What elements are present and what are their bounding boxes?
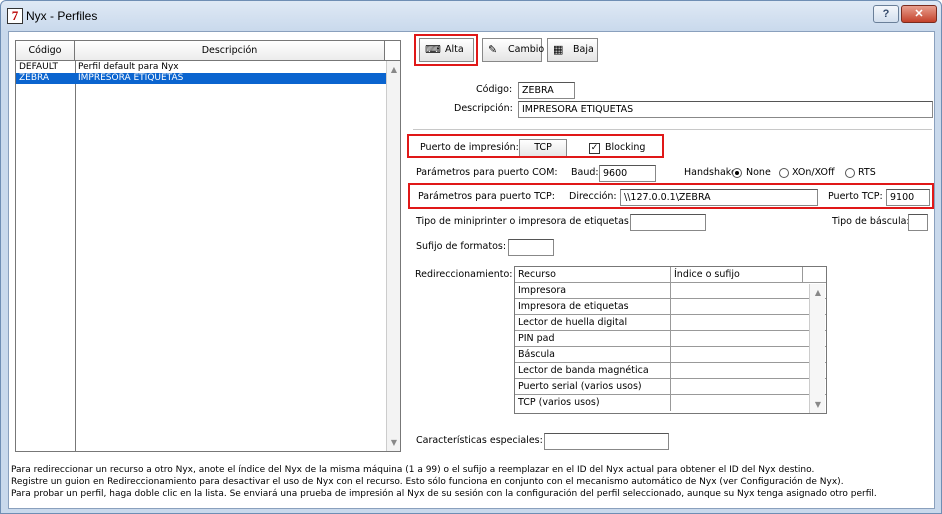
scale-type-label: Tipo de báscula: — [832, 216, 910, 227]
table-cell-index[interactable] — [671, 315, 809, 330]
format-suffix-field[interactable] — [508, 239, 554, 256]
title-bar[interactable]: 7 Nyx - Perfiles ? ✕ — [1, 1, 941, 31]
table-row[interactable]: Impresora — [515, 283, 826, 299]
table-cell-resource: Lector de banda magnética — [515, 363, 671, 378]
table-row[interactable]: Puerto serial (varios usos) — [515, 379, 826, 395]
delete-record-icon: ▦ — [553, 43, 564, 56]
table-cell-index[interactable] — [671, 363, 809, 378]
window-title: Nyx - Perfiles — [26, 9, 98, 23]
separator — [413, 129, 932, 130]
code-field[interactable]: ZEBRA — [518, 82, 575, 99]
scroll-up-icon[interactable]: ▲ — [812, 287, 824, 299]
description-field[interactable]: IMPRESORA ETIQUETAS — [518, 101, 933, 118]
baud-field[interactable]: 9600 — [599, 165, 656, 182]
table-row[interactable]: PIN pad — [515, 331, 826, 347]
special-features-label: Características especiales: — [416, 435, 543, 446]
help-text-line: Para redireccionar un recurso a otro Nyx… — [11, 465, 815, 475]
scroll-down-icon[interactable]: ▼ — [812, 399, 824, 411]
help-text-line: Para probar un perfil, haga doble clic e… — [11, 489, 877, 499]
description-label: Descripción: — [454, 103, 513, 114]
table-cell-resource: Lector de huella digital — [515, 315, 671, 330]
list-item-default[interactable]: DEFAULT Perfil default para Nyx — [16, 62, 386, 73]
table-cell-index[interactable] — [671, 347, 809, 362]
miniprinter-field[interactable] — [630, 214, 706, 231]
special-features-field[interactable] — [544, 433, 669, 450]
table-cell-index[interactable] — [671, 395, 809, 411]
redirection-label: Redireccionamiento: — [415, 269, 513, 280]
highlight-box-port — [407, 134, 664, 158]
edit-button-label: Cambio — [508, 44, 545, 55]
close-button[interactable]: ✕ — [901, 5, 937, 23]
table-cell-resource: Puerto serial (varios usos) — [515, 379, 671, 394]
column-header-code[interactable]: Código — [16, 41, 75, 60]
list-item-description: IMPRESORA ETIQUETAS — [78, 73, 184, 83]
table-cell-resource: Báscula — [515, 347, 671, 362]
code-label: Código: — [476, 84, 513, 95]
column-divider — [75, 61, 76, 451]
table-header: Recurso Índice o sufijo — [515, 267, 826, 283]
list-item-description: Perfil default para Nyx — [78, 62, 179, 72]
miniprinter-label: Tipo de miniprinter o impresora de etiqu… — [416, 216, 633, 227]
list-header: Código Descripción — [16, 41, 400, 61]
profile-list[interactable]: Código Descripción DEFAULT Perfil defaul… — [15, 40, 401, 452]
help-text-line: Registre un guion en Redireccionamiento … — [11, 477, 844, 487]
table-row[interactable]: Báscula — [515, 347, 826, 363]
handshake-rts-radio[interactable] — [845, 168, 855, 178]
delete-button-label: Baja — [573, 44, 594, 55]
highlight-box-add — [414, 34, 478, 66]
table-cell-index[interactable] — [671, 283, 809, 298]
list-item-code: DEFAULT — [19, 62, 58, 72]
table-cell-resource: Impresora — [515, 283, 671, 298]
table-cell-resource: Impresora de etiquetas — [515, 299, 671, 314]
client-area: Código Descripción DEFAULT Perfil defaul… — [8, 31, 935, 509]
app-icon: 7 — [7, 8, 23, 24]
scroll-up-icon[interactable]: ▲ — [388, 64, 400, 76]
table-row[interactable]: TCP (varios usos) — [515, 395, 826, 411]
edit-button[interactable]: ✎ Cambio — [482, 38, 545, 62]
pencil-icon: ✎ — [488, 43, 498, 56]
baud-label: Baud: — [571, 167, 599, 178]
table-row[interactable]: Impresora de etiquetas — [515, 299, 826, 315]
handshake-xonxoff-label: XOn/XOff — [792, 167, 835, 178]
handshake-xonxoff-radio[interactable] — [779, 168, 789, 178]
table-cell-index[interactable] — [671, 331, 809, 346]
column-header-resource: Recurso — [515, 267, 671, 282]
list-item-zebra[interactable]: ZEBRA IMPRESORA ETIQUETAS — [16, 73, 386, 84]
list-item-code: ZEBRA — [19, 73, 50, 83]
scroll-down-icon[interactable]: ▼ — [388, 437, 400, 449]
handshake-rts-label: RTS — [858, 167, 876, 178]
column-header-index: Índice o sufijo — [671, 267, 803, 282]
table-row[interactable]: Lector de huella digital — [515, 315, 826, 331]
com-params-label: Parámetros para puerto COM: — [416, 167, 558, 178]
redirection-table[interactable]: Recurso Índice o sufijo Impresora Impres… — [514, 266, 827, 414]
highlight-box-tcp — [408, 183, 934, 209]
table-scrollbar[interactable]: ▲ ▼ — [809, 284, 825, 413]
delete-button[interactable]: ▦ Baja — [547, 38, 598, 62]
window: 7 Nyx - Perfiles ? ✕ Código Descripción … — [0, 0, 942, 514]
handshake-none-label: None — [746, 167, 771, 178]
table-cell-index[interactable] — [671, 379, 809, 394]
table-row[interactable]: Lector de banda magnética — [515, 363, 826, 379]
column-header-description[interactable]: Descripción — [75, 41, 385, 60]
help-button[interactable]: ? — [873, 5, 899, 23]
table-cell-resource: TCP (varios usos) — [515, 395, 671, 411]
handshake-none-radio[interactable] — [732, 168, 742, 178]
format-suffix-label: Sufijo de formatos: — [416, 241, 507, 252]
table-cell-index[interactable] — [671, 299, 809, 314]
scale-type-field[interactable] — [908, 214, 928, 231]
table-cell-resource: PIN pad — [515, 331, 671, 346]
list-scrollbar[interactable]: ▲ ▼ — [386, 61, 400, 451]
